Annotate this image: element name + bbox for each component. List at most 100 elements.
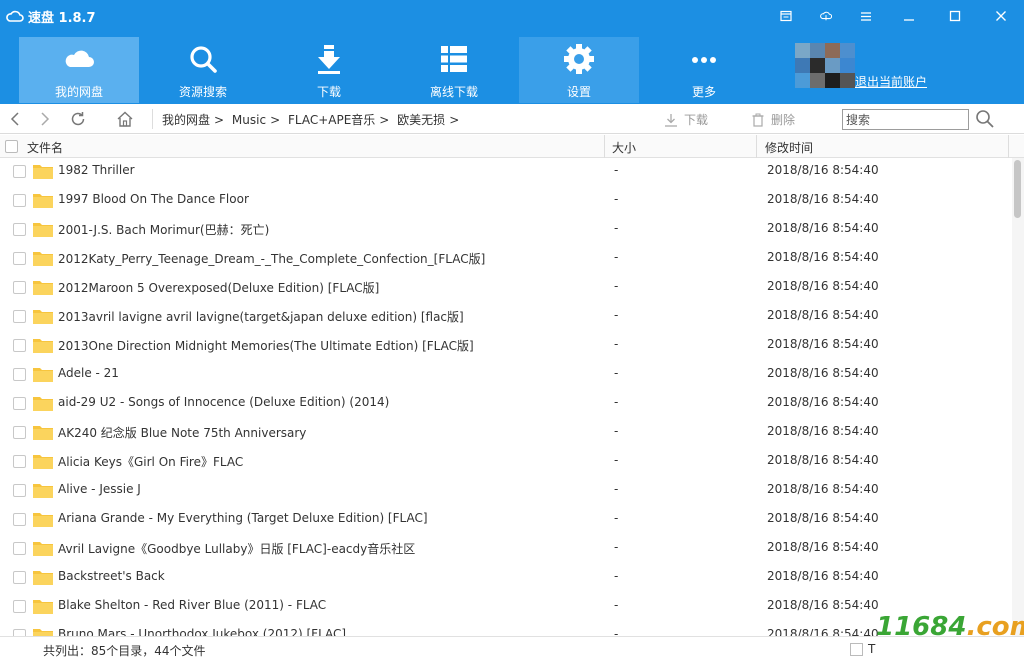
file-name[interactable]: 1982 Thriller xyxy=(58,163,135,177)
status-checkbox[interactable] xyxy=(850,643,863,656)
file-name[interactable]: Blake Shelton - Red River Blue (2011) - … xyxy=(58,598,326,612)
back-button[interactable] xyxy=(6,109,26,129)
tab-download[interactable]: 下载 xyxy=(269,37,389,103)
table-row[interactable]: 2013One Direction Midnight Memories(The … xyxy=(0,332,1012,361)
table-row[interactable]: Backstreet's Back - 2018/8/16 8:54:40 xyxy=(0,564,1012,593)
avatar[interactable] xyxy=(795,43,855,88)
table-row[interactable]: 1982 Thriller - 2018/8/16 8:54:40 xyxy=(0,158,1012,187)
file-size: - xyxy=(614,395,619,409)
home-button[interactable] xyxy=(115,109,135,129)
row-checkbox[interactable] xyxy=(13,542,26,555)
row-checkbox[interactable] xyxy=(13,629,26,636)
table-row[interactable]: Avril Lavigne《Goodbye Lullaby》日版 [FLAC]-… xyxy=(0,535,1012,564)
file-size: - xyxy=(614,453,619,467)
column-divider[interactable] xyxy=(604,135,605,158)
breadcrumb-item[interactable]: FLAC+APE音乐 xyxy=(288,113,375,127)
watermark-suffix: .com xyxy=(966,612,1024,642)
table-row[interactable]: Ariana Grande - My Everything (Target De… xyxy=(0,506,1012,535)
scrollbar[interactable] xyxy=(1012,158,1024,636)
file-name[interactable]: 2001-J.S. Bach Morimur(巴赫：死亡) xyxy=(58,221,269,238)
tab-offline-download[interactable]: 离线下载 xyxy=(394,37,514,103)
file-name[interactable]: 2012Maroon 5 Overexposed(Deluxe Edition)… xyxy=(58,279,379,296)
row-checkbox[interactable] xyxy=(13,339,26,352)
file-name[interactable]: Alive - Jessie J xyxy=(58,482,141,496)
tab-more[interactable]: 更多 xyxy=(644,37,764,103)
table-row[interactable]: 2012Katy_Perry_Teenage_Dream_-_The_Compl… xyxy=(0,245,1012,274)
row-checkbox[interactable] xyxy=(13,426,26,439)
close-button[interactable] xyxy=(978,0,1024,32)
list-icon xyxy=(441,46,467,72)
column-divider[interactable] xyxy=(1008,135,1009,158)
file-name[interactable]: 2013One Direction Midnight Memories(The … xyxy=(58,337,474,354)
sync-button[interactable] xyxy=(806,0,846,32)
logout-link[interactable]: 退出当前账户 xyxy=(855,73,927,90)
table-row[interactable]: 2013avril lavigne avril lavigne(target&j… xyxy=(0,303,1012,332)
file-name[interactable]: aid-29 U2 - Songs of Innocence (Deluxe E… xyxy=(58,395,389,409)
file-name[interactable]: 2012Katy_Perry_Teenage_Dream_-_The_Compl… xyxy=(58,250,485,267)
breadcrumb-item[interactable]: Music xyxy=(232,113,266,127)
folder-icon xyxy=(33,484,53,498)
download-button[interactable]: 下载 xyxy=(664,111,708,128)
file-name[interactable]: Bruno Mars - Unorthodox Jukebox (2012) [… xyxy=(58,627,346,636)
folder-icon xyxy=(33,426,53,440)
row-checkbox[interactable] xyxy=(13,194,26,207)
tab-settings[interactable]: 设置 xyxy=(519,37,639,103)
file-name[interactable]: 1997 Blood On The Dance Floor xyxy=(58,192,249,206)
file-size: - xyxy=(614,482,619,496)
search-input[interactable] xyxy=(842,109,969,130)
folder-icon xyxy=(33,542,53,556)
table-row[interactable]: AK240 纪念版 Blue Note 75th Anniversary - 201… xyxy=(0,419,1012,448)
minimize-button[interactable] xyxy=(886,0,932,32)
row-checkbox[interactable] xyxy=(13,165,26,178)
row-checkbox[interactable] xyxy=(13,281,26,294)
breadcrumb-item[interactable]: 我的网盘 xyxy=(162,113,210,127)
file-name[interactable]: Backstreet's Back xyxy=(58,569,165,583)
table-row[interactable]: Adele - 21 - 2018/8/16 8:54:40 xyxy=(0,361,1012,390)
file-modified: 2018/8/16 8:54:40 xyxy=(767,221,879,235)
file-name[interactable]: Ariana Grande - My Everything (Target De… xyxy=(58,511,428,525)
row-checkbox[interactable] xyxy=(13,571,26,584)
file-name[interactable]: AK240 纪念版 Blue Note 75th Anniversary xyxy=(58,424,306,441)
skin-button[interactable] xyxy=(766,0,806,32)
row-checkbox[interactable] xyxy=(13,397,26,410)
maximize-icon xyxy=(949,10,961,22)
forward-button[interactable] xyxy=(34,109,54,129)
file-name[interactable]: Adele - 21 xyxy=(58,366,119,380)
file-name[interactable]: Alicia Keys《Girl On Fire》FLAC xyxy=(58,453,243,470)
table-row[interactable]: Alicia Keys《Girl On Fire》FLAC - 2018/8/16 … xyxy=(0,448,1012,477)
table-row[interactable]: Bruno Mars - Unorthodox Jukebox (2012) [… xyxy=(0,622,1012,636)
maximize-button[interactable] xyxy=(932,0,978,32)
breadcrumb-item[interactable]: 欧美无损 xyxy=(397,113,445,127)
table-row[interactable]: 2001-J.S. Bach Morimur(巴赫：死亡) - 2018/8/16 … xyxy=(0,216,1012,245)
refresh-button[interactable] xyxy=(68,109,88,129)
column-modified[interactable]: 修改时间 xyxy=(765,139,813,156)
search-button[interactable] xyxy=(975,109,995,129)
scroll-thumb[interactable] xyxy=(1014,160,1021,218)
file-name[interactable]: 2013avril lavigne avril lavigne(target&j… xyxy=(58,308,464,325)
tab-resource-search[interactable]: 资源搜索 xyxy=(143,37,263,103)
row-checkbox[interactable] xyxy=(13,223,26,236)
file-list: 1982 Thriller -2018/8/16 8:54:40 1997 Bloo… xyxy=(0,158,1012,636)
menu-button[interactable] xyxy=(846,0,886,32)
row-checkbox[interactable] xyxy=(13,484,26,497)
file-name[interactable]: Avril Lavigne《Goodbye Lullaby》日版 [FLAC]-… xyxy=(58,540,415,557)
delete-button[interactable]: 删除 xyxy=(751,111,795,128)
tab-my-disk[interactable]: 我的网盘 xyxy=(19,37,139,103)
table-row[interactable]: 2012Maroon 5 Overexposed(Deluxe Edition)… xyxy=(0,274,1012,303)
table-row[interactable]: Blake Shelton - Red River Blue (2011) - … xyxy=(0,593,1012,622)
folder-icon xyxy=(33,571,53,585)
column-size[interactable]: 大小 xyxy=(612,139,636,156)
row-checkbox[interactable] xyxy=(13,513,26,526)
row-checkbox[interactable] xyxy=(13,252,26,265)
row-checkbox[interactable] xyxy=(13,455,26,468)
table-row[interactable]: Alive - Jessie J - 2018/8/16 8:54:40 xyxy=(0,477,1012,506)
table-row[interactable]: aid-29 U2 - Songs of Innocence (Deluxe E… xyxy=(0,390,1012,419)
row-checkbox[interactable] xyxy=(13,310,26,323)
tab-label: 设置 xyxy=(566,85,591,99)
column-divider[interactable] xyxy=(756,135,757,158)
table-row[interactable]: 1997 Blood On The Dance Floor - 2018/8/16 … xyxy=(0,187,1012,216)
select-all-checkbox[interactable] xyxy=(5,140,18,153)
row-checkbox[interactable] xyxy=(13,600,26,613)
column-name[interactable]: 文件名 xyxy=(27,139,63,156)
row-checkbox[interactable] xyxy=(13,368,26,381)
